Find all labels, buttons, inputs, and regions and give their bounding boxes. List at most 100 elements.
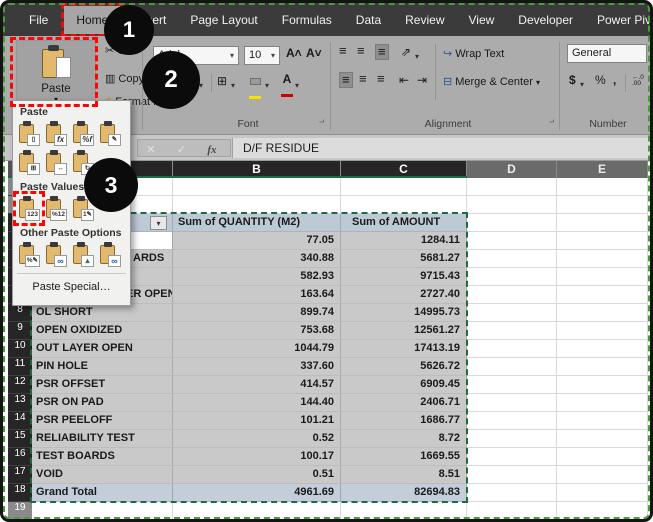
cell-E1[interactable] (557, 178, 648, 196)
cell-E6[interactable] (557, 268, 648, 286)
number-format-select[interactable]: General (567, 44, 647, 63)
align-bottom-button[interactable]: ≡ (375, 44, 389, 60)
row-number-19[interactable]: 19 (8, 502, 32, 520)
cell-B8[interactable]: 899.74 (173, 304, 341, 322)
paste-picture-icon[interactable]: ▴ (72, 242, 94, 267)
alignment-dialog-launcher-icon[interactable]: ⌐ (549, 117, 554, 127)
currency-button[interactable]: $ (569, 73, 576, 87)
cell-E5[interactable] (557, 250, 648, 268)
tab-developer[interactable]: Developer (506, 6, 585, 34)
cell-C7[interactable]: 2727.40 (341, 286, 467, 304)
cell-D18[interactable] (467, 484, 557, 502)
cell-B17[interactable]: 0.51 (173, 466, 341, 484)
cell-C18[interactable]: 82694.83 (341, 484, 467, 502)
decrease-indent-button[interactable]: ⇤ (399, 73, 409, 87)
cell-B18[interactable]: 4961.69 (173, 484, 341, 502)
row-number-13[interactable]: 13 (8, 394, 32, 412)
align-top-button[interactable]: ≡ (339, 45, 347, 57)
tab-formulas[interactable]: Formulas (270, 6, 344, 34)
row-number-15[interactable]: 15 (8, 430, 32, 448)
paste-button[interactable]: Paste ▾ (16, 40, 96, 104)
comma-style-button[interactable]: , (613, 73, 616, 87)
cell-C15[interactable]: 8.72 (341, 430, 467, 448)
fill-dropdown-icon[interactable]: ▾ (265, 77, 269, 91)
row-number-14[interactable]: 14 (8, 412, 32, 430)
cell-D8[interactable] (467, 304, 557, 322)
cell-B15[interactable]: 0.52 (173, 430, 341, 448)
cell-B9[interactable]: 753.68 (173, 322, 341, 340)
insert-function-button[interactable]: fx (199, 142, 225, 158)
cell-E8[interactable] (557, 304, 648, 322)
cell-B11[interactable]: 337.60 (173, 358, 341, 376)
font-size-dropdown-icon[interactable]: ▾ (271, 51, 275, 60)
cell-B12[interactable]: 414.57 (173, 376, 341, 394)
orientation-dropdown-icon[interactable]: ▾ (415, 48, 419, 62)
cancel-button[interactable]: ✕ (138, 142, 164, 158)
merge-center-button[interactable]: ⊟Merge & Center ▾ (443, 75, 540, 88)
tab-view[interactable]: View (457, 6, 507, 34)
cell-E16[interactable] (557, 448, 648, 466)
font-size-select[interactable]: 10▾ (244, 46, 280, 65)
row-number-12[interactable]: 12 (8, 376, 32, 394)
paste-no-borders-icon[interactable]: ⊞ (18, 150, 40, 175)
cell-E3[interactable] (557, 214, 648, 232)
cell-C12[interactable]: 6909.45 (341, 376, 467, 394)
cell-C6[interactable]: 9715.43 (341, 268, 467, 286)
cell-E18[interactable] (557, 484, 648, 502)
cell-D4[interactable] (467, 232, 557, 250)
tab-file[interactable]: File (17, 6, 60, 34)
cell-A10[interactable]: OUT LAYER OPEN (32, 340, 173, 358)
cell-C3[interactable]: Sum of AMOUNT (341, 214, 467, 232)
cell-C19[interactable] (341, 502, 467, 520)
cell-C16[interactable]: 1669.55 (341, 448, 467, 466)
paste-icon[interactable]: ▯ (18, 121, 40, 146)
increase-decimal-button[interactable]: ←.0.00 (632, 74, 644, 88)
cell-E14[interactable] (557, 412, 648, 430)
cell-D5[interactable] (467, 250, 557, 268)
cell-D1[interactable] (467, 178, 557, 196)
cell-D3[interactable] (467, 214, 557, 232)
cell-A12[interactable]: PSR OFFSET (32, 376, 173, 394)
cell-B6[interactable]: 582.93 (173, 268, 341, 286)
paste-keep-source-formatting-icon[interactable]: ✎ (99, 121, 121, 146)
align-center-button[interactable]: ≡ (359, 73, 367, 85)
tab-page-layout[interactable]: Page Layout (178, 6, 269, 34)
cell-C4[interactable]: 1284.11 (341, 232, 467, 250)
cell-C13[interactable]: 2406.71 (341, 394, 467, 412)
row-number-10[interactable]: 10 (8, 340, 32, 358)
cell-B14[interactable]: 101.21 (173, 412, 341, 430)
cell-E7[interactable] (557, 286, 648, 304)
row-number-16[interactable]: 16 (8, 448, 32, 466)
paste-values-icon[interactable]: 123 (18, 196, 40, 221)
cell-C17[interactable]: 8.51 (341, 466, 467, 484)
cell-B19[interactable] (173, 502, 341, 520)
paste-special-menu-item[interactable]: Paste Special… (13, 277, 130, 297)
cell-A18[interactable]: Grand Total (32, 484, 173, 502)
cell-A15[interactable]: RELIABILITY TEST (32, 430, 173, 448)
cell-D16[interactable] (467, 448, 557, 466)
cell-D15[interactable] (467, 430, 557, 448)
cell-E19[interactable] (557, 502, 648, 520)
cell-B3[interactable]: Sum of QUANTITY (M2) (173, 214, 341, 232)
paste-values-number-formatting-icon[interactable]: %12 (45, 196, 67, 221)
font-name-dropdown-icon[interactable]: ▾ (230, 51, 234, 60)
row-number-11[interactable]: 11 (8, 358, 32, 376)
row-number-18[interactable]: 18 (8, 484, 32, 502)
cell-E4[interactable] (557, 232, 648, 250)
cell-C8[interactable]: 14995.73 (341, 304, 467, 322)
cell-E11[interactable] (557, 358, 648, 376)
row-number-17[interactable]: 17 (8, 466, 32, 484)
cell-B10[interactable]: 1044.79 (173, 340, 341, 358)
cell-D10[interactable] (467, 340, 557, 358)
cell-C10[interactable]: 17413.19 (341, 340, 467, 358)
font-color-dropdown-icon[interactable]: ▾ (295, 77, 299, 91)
cell-D13[interactable] (467, 394, 557, 412)
cell-A9[interactable]: OPEN OXIDIZED (32, 322, 173, 340)
cell-A13[interactable]: PSR ON PAD (32, 394, 173, 412)
cell-E2[interactable] (557, 196, 648, 214)
cell-B13[interactable]: 144.40 (173, 394, 341, 412)
pivot-row-labels-filter-button[interactable]: ▾ (150, 216, 167, 230)
cell-B16[interactable]: 100.17 (173, 448, 341, 466)
cell-D11[interactable] (467, 358, 557, 376)
cell-E12[interactable] (557, 376, 648, 394)
